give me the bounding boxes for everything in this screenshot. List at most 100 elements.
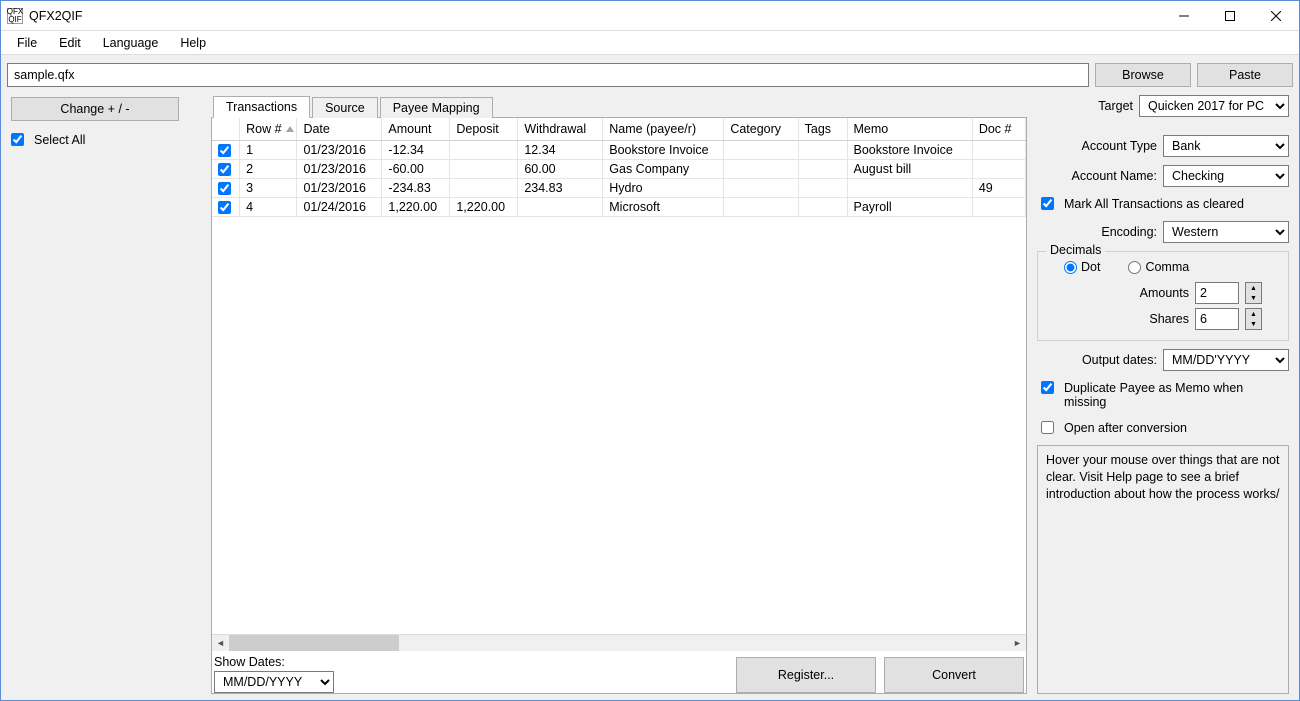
tab-payee-mapping[interactable]: Payee Mapping — [380, 97, 493, 118]
mark-cleared-label: Mark All Transactions as cleared — [1064, 197, 1244, 211]
col-row[interactable]: Row # — [240, 118, 297, 140]
shares-spin-buttons[interactable]: ▲▼ — [1245, 308, 1262, 330]
encoding-label: Encoding: — [1037, 225, 1157, 239]
account-type-row: Account Type Bank — [1033, 133, 1293, 159]
mark-cleared-checkbox[interactable]: Mark All Transactions as cleared — [1033, 193, 1293, 215]
amounts-spin-buttons[interactable]: ▲▼ — [1245, 282, 1262, 304]
convert-button[interactable]: Convert — [884, 657, 1024, 693]
titlebar: QFXQIF QFX2QIF — [1, 1, 1299, 31]
account-name-select[interactable]: Checking — [1163, 165, 1289, 187]
window-controls — [1161, 1, 1299, 30]
browse-button[interactable]: Browse — [1095, 63, 1191, 87]
shares-spin[interactable] — [1195, 308, 1239, 330]
table-row[interactable]: 201/23/2016-60.0060.00Gas CompanyAugust … — [212, 159, 1026, 178]
row-check[interactable] — [218, 182, 231, 195]
col-date[interactable]: Date — [297, 118, 382, 140]
dup-payee-label: Duplicate Payee as Memo when missing — [1064, 381, 1285, 409]
output-dates-select[interactable]: MM/DD'YYYY — [1163, 349, 1289, 371]
target-row: Target Quicken 2017 for PC — [1033, 93, 1293, 119]
change-sign-button[interactable]: Change + / - — [11, 97, 179, 121]
col-tags[interactable]: Tags — [798, 118, 847, 140]
menubar: File Edit Language Help — [1, 31, 1299, 55]
dot-radio[interactable]: Dot — [1064, 260, 1100, 274]
maximize-button[interactable] — [1207, 1, 1253, 30]
hint-box: Hover your mouse over things that are no… — [1037, 445, 1289, 694]
open-after-checkbox[interactable]: Open after conversion — [1033, 417, 1293, 439]
cell-deposit: 1,220.00 — [450, 198, 518, 217]
right-pane: Target Quicken 2017 for PC Account Type … — [1033, 93, 1293, 694]
paste-button[interactable]: Paste — [1197, 63, 1293, 87]
col-name[interactable]: Name (payee/r) — [603, 118, 724, 140]
col-check[interactable] — [212, 118, 240, 140]
cell-doc — [972, 159, 1025, 178]
dup-payee-checkbox[interactable]: Duplicate Payee as Memo when missing — [1033, 377, 1293, 413]
menu-edit[interactable]: Edit — [49, 34, 91, 52]
output-dates-label: Output dates: — [1037, 353, 1157, 367]
grid-hscroll[interactable]: ◄ ► — [212, 634, 1026, 651]
cell-tags — [798, 140, 847, 159]
encoding-select[interactable]: Western — [1163, 221, 1289, 243]
cell-name: Microsoft — [603, 198, 724, 217]
select-all-input[interactable] — [11, 133, 24, 146]
col-deposit[interactable]: Deposit — [450, 118, 518, 140]
cell-row: 4 — [240, 198, 297, 217]
cell-name: Hydro — [603, 178, 724, 197]
menu-language[interactable]: Language — [93, 34, 169, 52]
cell-row: 2 — [240, 159, 297, 178]
row-check[interactable] — [218, 144, 231, 157]
cell-tags — [798, 198, 847, 217]
comma-radio[interactable]: Comma — [1128, 260, 1189, 274]
cell-amount: -234.83 — [382, 178, 450, 197]
file-row: Browse Paste — [7, 63, 1293, 87]
transactions-grid: Row # Date Amount Deposit Withdrawal Nam… — [212, 118, 1026, 217]
cell-withdrawal — [518, 198, 603, 217]
file-path-input[interactable] — [7, 63, 1089, 87]
cell-deposit — [450, 140, 518, 159]
window-title: QFX2QIF — [29, 9, 82, 23]
cell-date: 01/23/2016 — [297, 140, 382, 159]
select-all-checkbox[interactable]: Select All — [7, 129, 205, 151]
table-row[interactable]: 101/23/2016-12.3412.34Bookstore InvoiceB… — [212, 140, 1026, 159]
show-dates-select[interactable]: MM/DD/YYYY — [214, 671, 334, 693]
mark-cleared-input[interactable] — [1041, 197, 1054, 210]
table-row[interactable]: 301/23/2016-234.83234.83Hydro49 — [212, 178, 1026, 197]
account-name-label: Account Name: — [1037, 169, 1157, 183]
left-pane: Change + / - Select All — [7, 93, 205, 694]
row-check[interactable] — [218, 201, 231, 214]
minimize-button[interactable] — [1161, 1, 1207, 30]
scroll-thumb[interactable] — [229, 635, 399, 651]
tab-source[interactable]: Source — [312, 97, 378, 118]
col-doc[interactable]: Doc # — [972, 118, 1025, 140]
scroll-left-icon[interactable]: ◄ — [212, 635, 229, 651]
close-button[interactable] — [1253, 1, 1299, 30]
menu-file[interactable]: File — [7, 34, 47, 52]
target-select[interactable]: Quicken 2017 for PC — [1139, 95, 1289, 117]
account-type-label: Account Type — [1037, 139, 1157, 153]
dup-payee-input[interactable] — [1041, 381, 1054, 394]
open-after-input[interactable] — [1041, 421, 1054, 434]
register-button[interactable]: Register... — [736, 657, 876, 693]
cell-tags — [798, 159, 847, 178]
menu-help[interactable]: Help — [170, 34, 216, 52]
open-after-label: Open after conversion — [1064, 421, 1187, 435]
col-category[interactable]: Category — [724, 118, 798, 140]
col-memo[interactable]: Memo — [847, 118, 972, 140]
account-type-select[interactable]: Bank — [1163, 135, 1289, 157]
row-check[interactable] — [218, 163, 231, 176]
cell-deposit — [450, 159, 518, 178]
tab-transactions[interactable]: Transactions — [213, 96, 310, 118]
cell-memo: Payroll — [847, 198, 972, 217]
amounts-spin[interactable] — [1195, 282, 1239, 304]
select-all-label: Select All — [34, 133, 85, 147]
col-amount[interactable]: Amount — [382, 118, 450, 140]
account-name-row: Account Name: Checking — [1033, 163, 1293, 189]
cell-memo — [847, 178, 972, 197]
cell-doc — [972, 198, 1025, 217]
table-row[interactable]: 401/24/20161,220.001,220.00MicrosoftPayr… — [212, 198, 1026, 217]
cell-category — [724, 198, 798, 217]
tab-body: Row # Date Amount Deposit Withdrawal Nam… — [211, 117, 1027, 694]
decimals-group: Decimals Dot Comma Amounts ▲▼ Shares ▲▼ — [1037, 251, 1289, 341]
col-withdrawal[interactable]: Withdrawal — [518, 118, 603, 140]
shares-label: Shares — [1149, 312, 1189, 326]
scroll-right-icon[interactable]: ► — [1009, 635, 1026, 651]
